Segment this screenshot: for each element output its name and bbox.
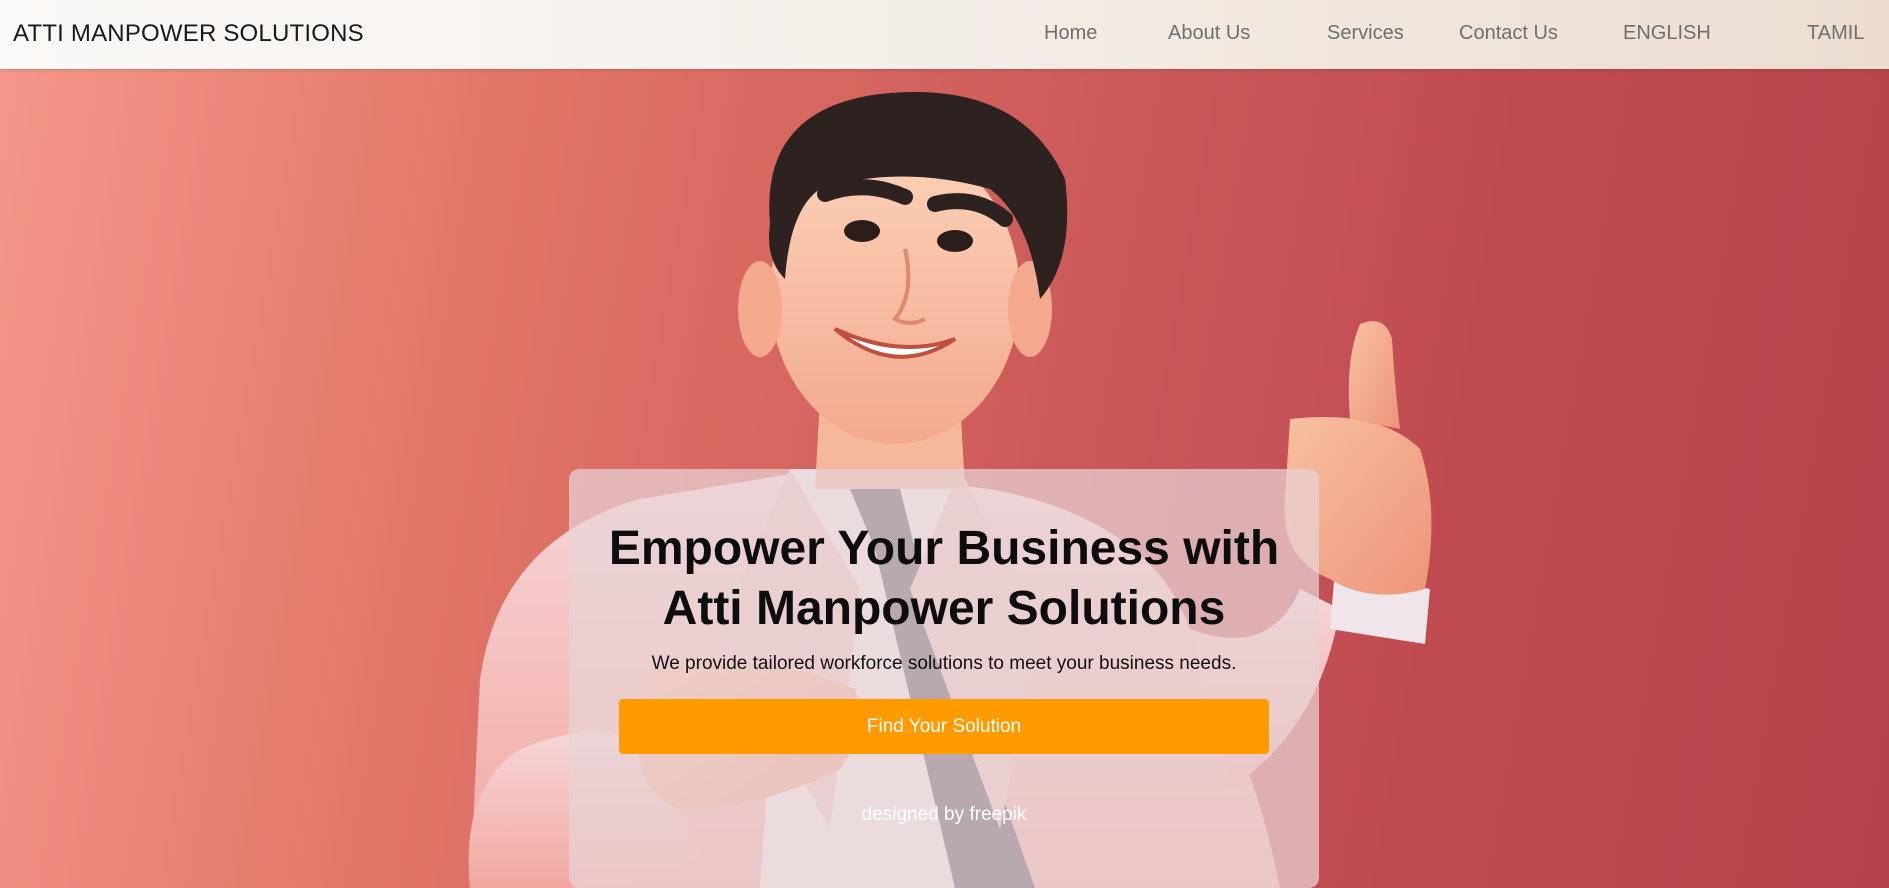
brand-logo-text[interactable]: ATTI MANPOWER SOLUTIONS bbox=[13, 20, 364, 48]
hero-tagline: We provide tailored workforce solutions … bbox=[651, 653, 1237, 674]
language-tamil-link[interactable]: TAMIL bbox=[1807, 22, 1864, 45]
language-english-link[interactable]: ENGLISH bbox=[1623, 22, 1711, 45]
find-your-solution-button[interactable]: Find Your Solution bbox=[619, 699, 1269, 754]
hero-card: Empower Your Business with Atti Manpower… bbox=[569, 469, 1319, 888]
hero-section: Empower Your Business with Atti Manpower… bbox=[0, 69, 1889, 888]
image-credit: designed by freepik bbox=[861, 804, 1027, 825]
headline-line-1: Empower Your Business with bbox=[608, 522, 1280, 575]
top-navbar: ATTI MANPOWER SOLUTIONS Home About Us Se… bbox=[0, 0, 1889, 69]
nav-link-services[interactable]: Services bbox=[1327, 22, 1404, 45]
nav-link-about-us[interactable]: About Us bbox=[1168, 22, 1250, 45]
headline-line-2: Atti Manpower Solutions bbox=[662, 582, 1226, 635]
nav-link-home[interactable]: Home bbox=[1044, 22, 1097, 45]
hero-headline: Empower Your Business with Atti Manpower… bbox=[569, 519, 1319, 639]
nav-link-contact-us[interactable]: Contact Us bbox=[1459, 22, 1558, 45]
